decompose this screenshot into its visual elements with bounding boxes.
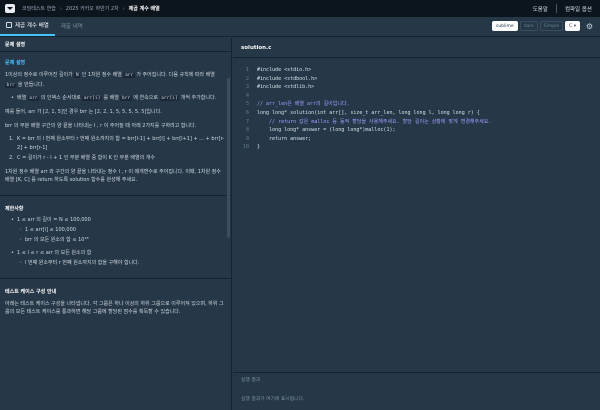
panel-splitter[interactable] <box>233 372 600 373</box>
breadcrumb-separator-icon: › <box>122 5 125 12</box>
line-number: 3 <box>245 84 249 91</box>
goal-paragraph: brr 의 부분 배열 구간의 양 끝을 나타내는 l , r 이 주어질 때 … <box>5 122 197 129</box>
tab-problem-label: 제곱 계수 배열 <box>15 23 49 29</box>
help-link[interactable]: 도움말 <box>533 5 548 13</box>
problem-header: 문제 설명 <box>0 38 231 52</box>
testcase-title: 테스트 케이스 구성 안내 <box>5 288 57 295</box>
constraints-sublist: 1 ≤ arr[i] ≤ 100,000 brr 의 모든 원소의 합 ≤ 10… <box>5 225 226 245</box>
list-item: 1. K = brr 의 l 번째 원소부터 r 번째 원소까지의 합 = brr… <box>9 136 225 151</box>
constraints-title: 제한사항 <box>5 205 24 212</box>
divider <box>0 194 231 196</box>
line-number: 9 <box>245 135 249 142</box>
code-text: #include <stdbool.h> <box>257 75 318 82</box>
code-text: } <box>257 144 261 151</box>
divider <box>0 277 231 279</box>
code-text: // arr_len은 배열 arr의 길이입니다. <box>257 101 350 108</box>
language-value: C <box>569 23 573 29</box>
line-number: 2 <box>245 75 249 82</box>
breadcrumb-item-contest[interactable]: 2025 카카오 하반기 2차 <box>66 5 119 12</box>
line-number: 7 <box>245 118 249 125</box>
top-links: 도움말 컴파일 옵션 <box>533 0 600 17</box>
line-number: 6 <box>245 110 249 116</box>
list-item: 2. C = 길이가 r - l + 1 인 부분 배열 중 합이 K 인 부분 … <box>9 155 156 161</box>
compile-options-link[interactable]: 컴파일 옵션 <box>565 5 592 13</box>
theme-dark-button[interactable]: dark <box>519 21 538 31</box>
goal-list: 1. K = brr 의 l 번째 원소부터 r 번째 원소까지의 합 = brr… <box>5 135 226 163</box>
line-number: 10 <box>242 144 249 151</box>
list-item: 1 ≤ arr 의 길이 = N ≤ 100,000 <box>11 216 226 224</box>
tab-bar: 제곱 계수 배열 제출 내역 sublime dark Simple C ▾ ⚙ <box>0 17 600 37</box>
code-text: long long* answer = (long long*)malloc(1… <box>257 127 396 134</box>
breadcrumb-separator-icon: › <box>59 5 62 12</box>
top-bar: 코딩테스트 연습 › 2025 카카오 하반기 2차 › 제곱 계수 배열 도움… <box>0 0 600 17</box>
list-item: brr 의 모든 원소의 합 ≤ 10¹⁸ <box>19 235 226 245</box>
line-number: 1 <box>245 67 249 73</box>
editor-panel: solution.c 1 #include <stdio.h> 2 #include … <box>233 38 600 410</box>
tab-submissions-label: 제출 내역 <box>60 24 83 30</box>
editor-filename: solution.c <box>233 38 600 58</box>
line-number: 8 <box>245 127 249 134</box>
results-title: 실행 결과 <box>241 378 261 383</box>
gear-icon[interactable]: ⚙ <box>585 22 594 31</box>
task-paragraph: 1차원 정수 배열 arr 와 구간의 양 끝을 나타내는 정수 l , r 이… <box>5 168 221 184</box>
constraints-list: 1 ≤ l ≤ r ≤ arr 의 모든 원소의 합 <box>5 249 226 257</box>
testcase-paragraph: 아래는 테스트 케이스 구성을 나타냅니다. 각 그룹은 하나 이상의 하위 그… <box>5 300 224 316</box>
line-number: 5 <box>245 101 249 108</box>
constraints-sublist: l 번째 원소부터 r 번째 원소까지의 합을 구해야 합니다. <box>5 258 226 268</box>
theme-select[interactable]: sublime <box>491 21 518 31</box>
list-item: l 번째 원소부터 r 번째 원소까지의 합을 구해야 합니다. <box>19 258 226 268</box>
example-paragraph: 예를 들어, arr 가 [2, 1, 5]인 경우 brr 는 [2, 2, … <box>5 109 162 115</box>
description-paragraph: 1이상의 정수로 이루어진 길이가 N 인 1차원 정수 배열 arr 가 주어… <box>5 72 215 88</box>
description-title: 문제 설명 <box>5 60 26 66</box>
code-text: #include <stdlib.h> <box>257 84 315 91</box>
programmers-logo-icon[interactable] <box>5 4 15 13</box>
list-item: 1 ≤ arr[i] ≤ 100,000 <box>19 225 226 235</box>
editor-settings: sublime dark Simple C ▾ ⚙ <box>491 21 594 31</box>
code-text: return answer; <box>257 135 312 142</box>
breadcrumb-item-practice[interactable]: 코딩테스트 연습 <box>22 5 56 12</box>
document-icon <box>6 22 12 28</box>
results-message: 실행 결과가 여기에 표시됩니다. <box>241 397 305 402</box>
code-text: long long* solution(int arr[], size_t ar… <box>257 110 480 116</box>
problem-panel: 문제 설명 문제 설명 1이상의 정수로 이루어진 길이가 N 인 1차원 정수… <box>0 38 232 410</box>
breadcrumb: 코딩테스트 연습 › 2025 카카오 하반기 2차 › 제곱 계수 배열 <box>22 5 160 13</box>
line-number: 4 <box>245 92 249 99</box>
constraints-list: 1 ≤ arr 의 길이 = N ≤ 100,000 <box>5 216 226 224</box>
language-select[interactable]: C ▾ <box>565 21 580 31</box>
divider <box>555 4 557 13</box>
breadcrumb-item-problem: 제곱 계수 배열 <box>128 6 160 12</box>
code-text: // return 값은 malloc 등 동적 할당을 사용해주세요. 할당 … <box>257 118 492 125</box>
list-item: 배열 arr 의 인덱스 순서대로 arr[i] 를 배열 brr 에 연속으로… <box>11 94 226 103</box>
tab-submissions[interactable]: 제출 내역 <box>55 16 89 36</box>
code-editor[interactable]: 1 #include <stdio.h> 2 #include <stdbool.h>… <box>233 59 600 359</box>
scrollbar[interactable] <box>227 78 230 238</box>
rule-list: 배열 arr 의 인덱스 순서대로 arr[i] 를 배열 brr 에 연속으로… <box>5 94 226 103</box>
code-text: #include <stdio.h> <box>257 67 312 73</box>
list-item: 1 ≤ l ≤ r ≤ arr 의 모든 원소의 합 <box>11 249 226 257</box>
tab-problem[interactable]: 제곱 계수 배열 <box>0 16 55 36</box>
theme-simple-button[interactable]: Simple <box>539 21 564 31</box>
